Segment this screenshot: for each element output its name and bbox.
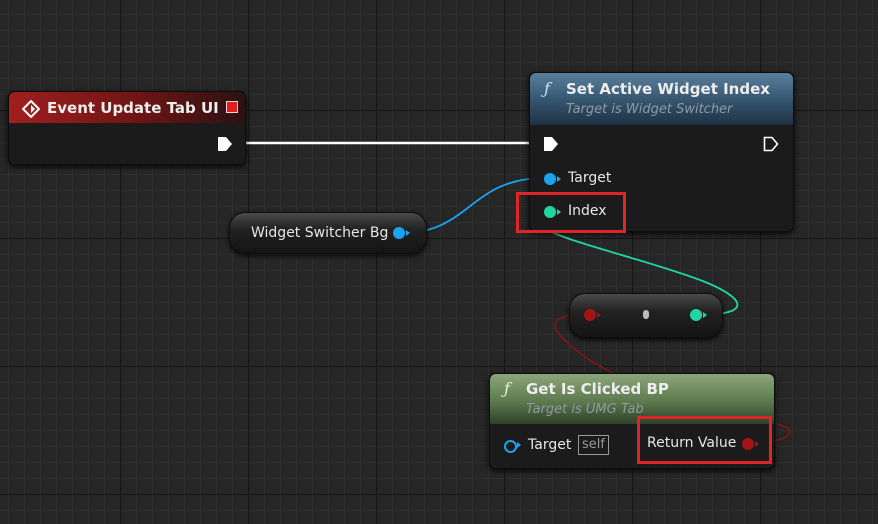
get-target-pin-label: Target	[528, 437, 572, 453]
conversion-output-pin-arrow	[703, 312, 707, 318]
event-exec-out-pin[interactable]	[217, 136, 233, 152]
variable-output-pin[interactable]	[393, 227, 405, 239]
get-target-pin[interactable]	[504, 440, 517, 453]
conversion-dot-icon	[643, 310, 649, 319]
widget-switcher-bg-variable-node[interactable]: Widget Switcher Bg	[229, 212, 427, 254]
get-target-pin-arrow	[517, 442, 521, 448]
blueprint-graph-canvas[interactable]: Event Update Tab UI ƒ Set Active Widget …	[0, 0, 878, 524]
variable-output-pin-arrow	[406, 230, 410, 236]
target-pin-arrow	[557, 176, 561, 182]
get-node-title: Get Is Clicked BP	[526, 380, 669, 398]
function-f-icon: ƒ	[504, 379, 510, 398]
set-node-title: Set Active Widget Index	[566, 80, 770, 98]
target-pin-label: Target	[568, 170, 612, 186]
exec-out-pin[interactable]	[763, 136, 779, 152]
conversion-input-pin-arrow	[597, 312, 601, 318]
event-update-tab-ui-node[interactable]: Event Update Tab UI	[8, 91, 246, 165]
self-default-value[interactable]: self	[578, 435, 609, 455]
event-delegate-pin[interactable]	[226, 101, 238, 113]
function-f-icon: ƒ	[544, 79, 550, 98]
target-pin[interactable]	[544, 173, 556, 185]
event-diamond-icon	[22, 100, 40, 118]
return-value-highlight	[637, 416, 772, 464]
bool-to-int-conversion-node[interactable]	[569, 293, 723, 338]
conversion-output-pin[interactable]	[690, 309, 702, 321]
get-node-subtitle: Target is UMG Tab	[526, 402, 644, 417]
exec-in-pin[interactable]	[543, 136, 559, 152]
event-node-title: Event Update Tab UI	[47, 99, 219, 117]
index-pin-highlight	[516, 192, 626, 233]
set-node-subtitle: Target is Widget Switcher	[566, 102, 733, 117]
variable-label: Widget Switcher Bg	[251, 225, 389, 241]
conversion-input-pin[interactable]	[584, 309, 596, 321]
